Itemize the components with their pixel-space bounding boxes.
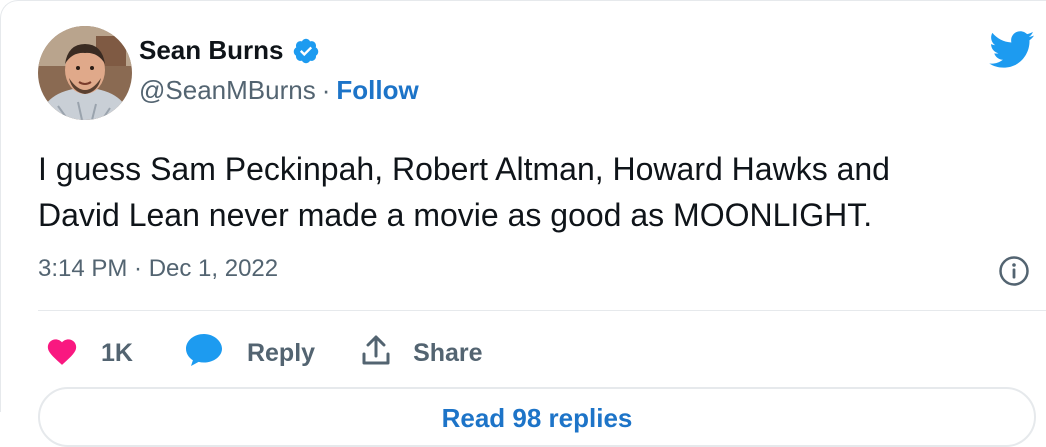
info-icon[interactable] (998, 255, 1030, 292)
twitter-bird-icon[interactable] (989, 31, 1035, 74)
separator-dot: · (321, 75, 331, 105)
tweet-timestamp[interactable]: 3:14 PM · Dec 1, 2022 (38, 255, 278, 283)
tweet-text: I guess Sam Peckinpah, Robert Altman, Ho… (38, 151, 890, 233)
divider (38, 310, 1046, 311)
share-button[interactable]: Share (361, 334, 483, 373)
tweet-card: Sean Burns @SeanMBurns · Follow I guess … (0, 0, 1046, 447)
author-handle-row: @SeanMBurns · Follow (139, 75, 419, 106)
reply-button[interactable]: Reply (185, 333, 315, 374)
speech-bubble-icon (185, 333, 223, 374)
share-upload-icon (361, 334, 391, 373)
like-button[interactable]: 1K (45, 335, 133, 372)
like-count: 1K (101, 339, 133, 367)
author-handle[interactable]: @SeanMBurns (139, 75, 316, 106)
reply-label: Reply (246, 339, 316, 367)
verified-badge-icon (292, 37, 320, 65)
author-name-row: Sean Burns (139, 35, 320, 66)
author-name[interactable]: Sean Burns (139, 35, 284, 66)
share-label: Share (413, 339, 483, 367)
avatar[interactable] (38, 26, 132, 120)
read-replies-button[interactable]: Read 98 replies (38, 387, 1036, 447)
heart-icon (45, 335, 79, 372)
action-bar: 1K Reply Share (45, 333, 483, 374)
follow-button[interactable]: Follow (336, 75, 418, 106)
